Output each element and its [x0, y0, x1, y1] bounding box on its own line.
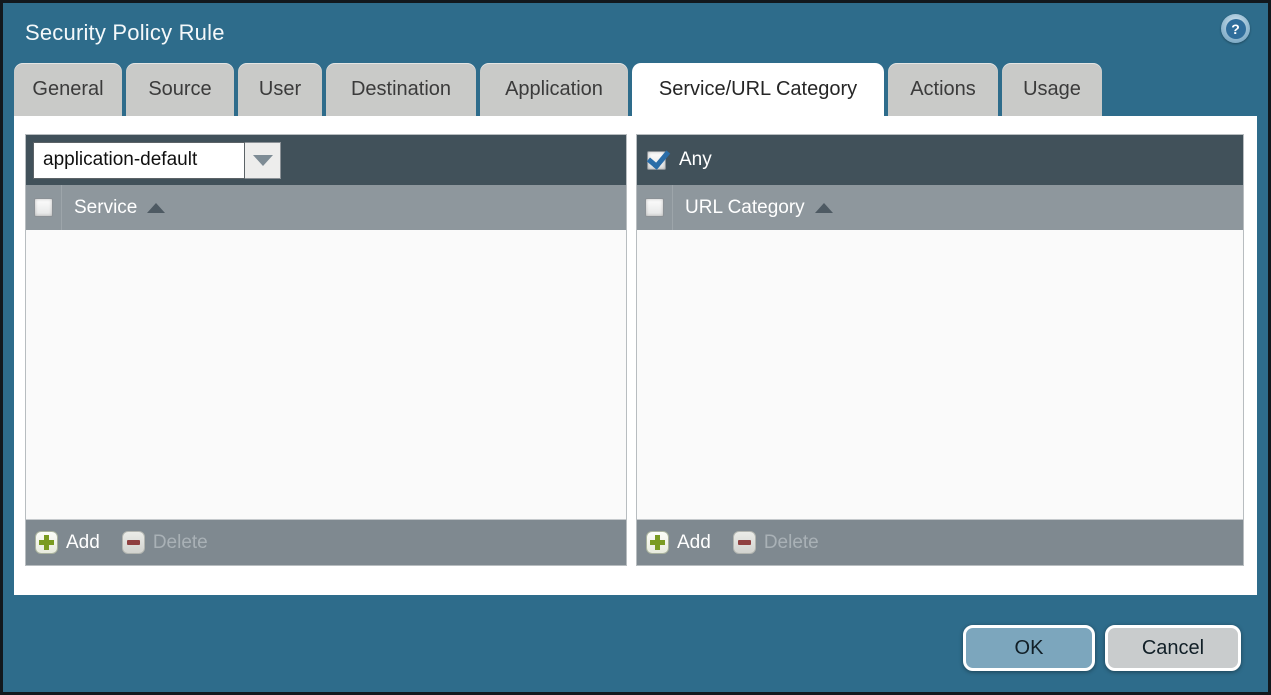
tab-source[interactable]: Source: [126, 63, 234, 116]
service-select-all-checkbox[interactable]: [34, 198, 53, 217]
chevron-down-icon: [252, 154, 273, 166]
service-panel: application-default Service Add Delete: [25, 134, 627, 566]
sort-ascending-icon[interactable]: [147, 202, 166, 213]
question-mark-glyph: ?: [1225, 18, 1246, 39]
dialog-title: Security Policy Rule: [25, 20, 225, 45]
title-bar: Security Policy Rule ?: [3, 3, 1268, 63]
tab-actions[interactable]: Actions: [888, 63, 998, 116]
url-category-delete-button[interactable]: Delete: [732, 531, 819, 554]
service-dropdown-bar: application-default: [26, 135, 626, 185]
service-add-button[interactable]: Add: [35, 531, 100, 554]
url-category-panel: Any URL Category Add Delete: [636, 134, 1244, 566]
plus-icon: [35, 531, 58, 554]
url-category-select-all-checkbox[interactable]: [645, 198, 664, 217]
cancel-button[interactable]: Cancel: [1105, 625, 1241, 671]
service-type-dropdown-value: application-default: [33, 141, 245, 179]
plus-icon: [646, 531, 669, 554]
dropdown-arrow-button[interactable]: [245, 141, 281, 179]
tab-user[interactable]: User: [238, 63, 322, 116]
url-category-footer-toolbar: Add Delete: [637, 520, 1243, 565]
help-icon[interactable]: ?: [1221, 14, 1250, 43]
service-table-header: Service: [26, 185, 626, 230]
minus-icon: [121, 531, 145, 554]
any-label: Any: [679, 149, 712, 170]
service-type-dropdown[interactable]: application-default: [33, 141, 281, 179]
sort-ascending-icon[interactable]: [814, 202, 833, 213]
service-delete-button[interactable]: Delete: [121, 531, 208, 554]
tab-bar: General Source User Destination Applicat…: [14, 63, 1102, 116]
tab-usage[interactable]: Usage: [1002, 63, 1102, 116]
service-list[interactable]: [26, 230, 626, 520]
tab-service-url-category[interactable]: Service/URL Category: [632, 63, 884, 116]
tab-content-service-url-category: application-default Service Add Delete A…: [14, 116, 1257, 595]
service-footer-toolbar: Add Delete: [26, 520, 626, 565]
tab-application[interactable]: Application: [480, 63, 628, 116]
url-category-table-header: URL Category: [637, 185, 1243, 230]
minus-icon: [732, 531, 756, 554]
url-category-any-checkbox[interactable]: [647, 150, 666, 170]
ok-button[interactable]: OK: [963, 625, 1095, 671]
service-column-header[interactable]: Service: [74, 197, 137, 219]
tab-destination[interactable]: Destination: [326, 63, 476, 116]
tab-general[interactable]: General: [14, 63, 122, 116]
url-category-any-bar: Any: [637, 135, 1243, 185]
url-category-column-header[interactable]: URL Category: [685, 197, 805, 219]
url-category-add-button[interactable]: Add: [646, 531, 711, 554]
url-category-list[interactable]: [637, 230, 1243, 520]
security-policy-rule-dialog: Security Policy Rule ? General Source Us…: [0, 0, 1271, 695]
